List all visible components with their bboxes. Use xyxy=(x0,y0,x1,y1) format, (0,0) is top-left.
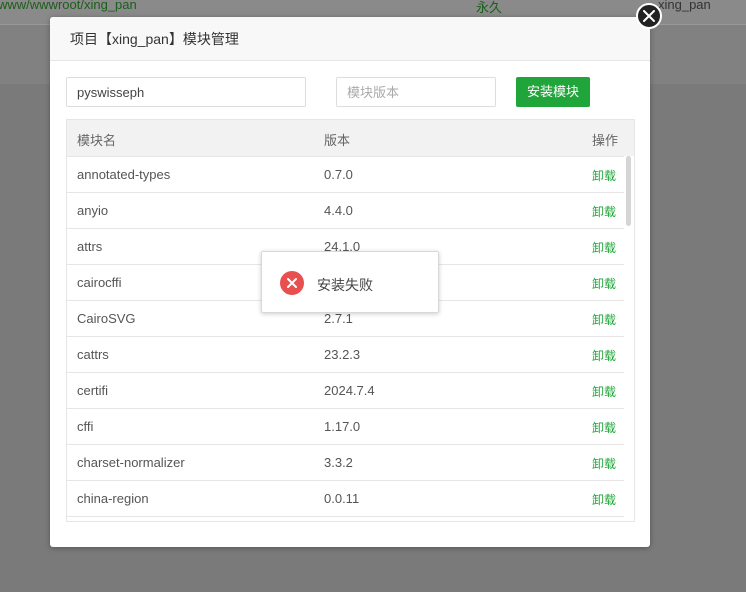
table-row: annotated-types 0.7.0 卸载 xyxy=(67,157,624,193)
module-name-cell: cffi xyxy=(77,419,94,434)
dialog-title: 项目【xing_pan】模块管理 xyxy=(70,31,239,47)
uninstall-link[interactable]: 卸载 xyxy=(592,419,616,436)
background-expire: 永久 xyxy=(476,0,503,15)
module-version-cell: 4.4.0 xyxy=(324,203,353,218)
module-name-cell: anyio xyxy=(77,203,109,218)
module-version-input[interactable] xyxy=(336,77,496,107)
table-row: cattrs 23.2.3 卸载 xyxy=(67,337,624,373)
table-body: annotated-types 0.7.0 卸载 anyio 4.4.0 卸载 attrs 2… xyxy=(67,157,634,521)
module-version-cell: 23.2.3 xyxy=(324,347,361,362)
module-table: 模块名 版本 操作 annotated-types 0.7.0 卸载 anyio 4.4… xyxy=(66,119,635,522)
uninstall-link[interactable]: 卸载 xyxy=(592,275,616,292)
module-version-cell: 2024.7.4 xyxy=(324,383,375,398)
error-toast: 安装失败 xyxy=(261,251,439,313)
column-header-name: 模块名 xyxy=(77,133,117,148)
close-icon xyxy=(643,10,655,22)
column-header-version: 版本 xyxy=(324,133,351,148)
close-dialog-button[interactable] xyxy=(636,3,662,29)
module-name-cell: china-region xyxy=(77,491,149,506)
module-name-cell: cairocffi xyxy=(77,275,122,290)
install-module-button[interactable]: 安装模块 xyxy=(516,77,590,107)
uninstall-link[interactable]: 卸载 xyxy=(592,239,616,256)
table-row: anyio 4.4.0 卸载 xyxy=(67,193,624,229)
module-version-cell: 1.17.0 xyxy=(324,419,361,434)
background-path: www/wwwroot/xing_pan xyxy=(0,0,137,12)
module-name-cell: certifi xyxy=(77,383,109,398)
table-header: 模块名 版本 操作 xyxy=(67,120,634,157)
uninstall-link[interactable]: 卸载 xyxy=(592,311,616,328)
uninstall-link[interactable]: 卸载 xyxy=(592,347,616,364)
module-name-cell: cattrs xyxy=(77,347,109,362)
uninstall-link[interactable]: 卸载 xyxy=(592,167,616,184)
module-name-cell: CairoSVG xyxy=(77,311,136,326)
table-scrollbar[interactable] xyxy=(624,156,634,521)
uninstall-link[interactable]: 卸载 xyxy=(592,491,616,508)
dialog-header: 项目【xing_pan】模块管理 xyxy=(50,17,650,61)
module-version-cell: 3.3.2 xyxy=(324,455,353,470)
table-row: charset-normalizer 3.3.2 卸载 xyxy=(67,445,624,481)
module-version-cell: 0.7.0 xyxy=(324,167,353,182)
uninstall-link[interactable]: 卸载 xyxy=(592,455,616,472)
module-version-cell: 2.7.1 xyxy=(324,311,353,326)
table-row: cffi 1.17.0 卸载 xyxy=(67,409,624,445)
table-row xyxy=(67,517,624,521)
module-name-cell: attrs xyxy=(77,239,103,254)
module-name-cell: charset-normalizer xyxy=(77,455,185,470)
error-icon xyxy=(280,271,304,295)
table-row: certifi 2024.7.4 卸载 xyxy=(67,373,624,409)
table-row: china-region 0.0.11 卸载 xyxy=(67,481,624,517)
uninstall-link[interactable]: 卸载 xyxy=(592,383,616,400)
module-name-cell: annotated-types xyxy=(77,167,171,182)
column-header-action: 操作 xyxy=(592,133,619,148)
scrollbar-thumb[interactable] xyxy=(626,156,631,226)
module-version-cell: 0.0.11 xyxy=(324,491,360,506)
background-name: xing_pan xyxy=(658,0,711,12)
toast-message: 安装失败 xyxy=(317,277,373,293)
uninstall-link[interactable]: 卸载 xyxy=(592,203,616,220)
module-name-input[interactable] xyxy=(66,77,306,107)
